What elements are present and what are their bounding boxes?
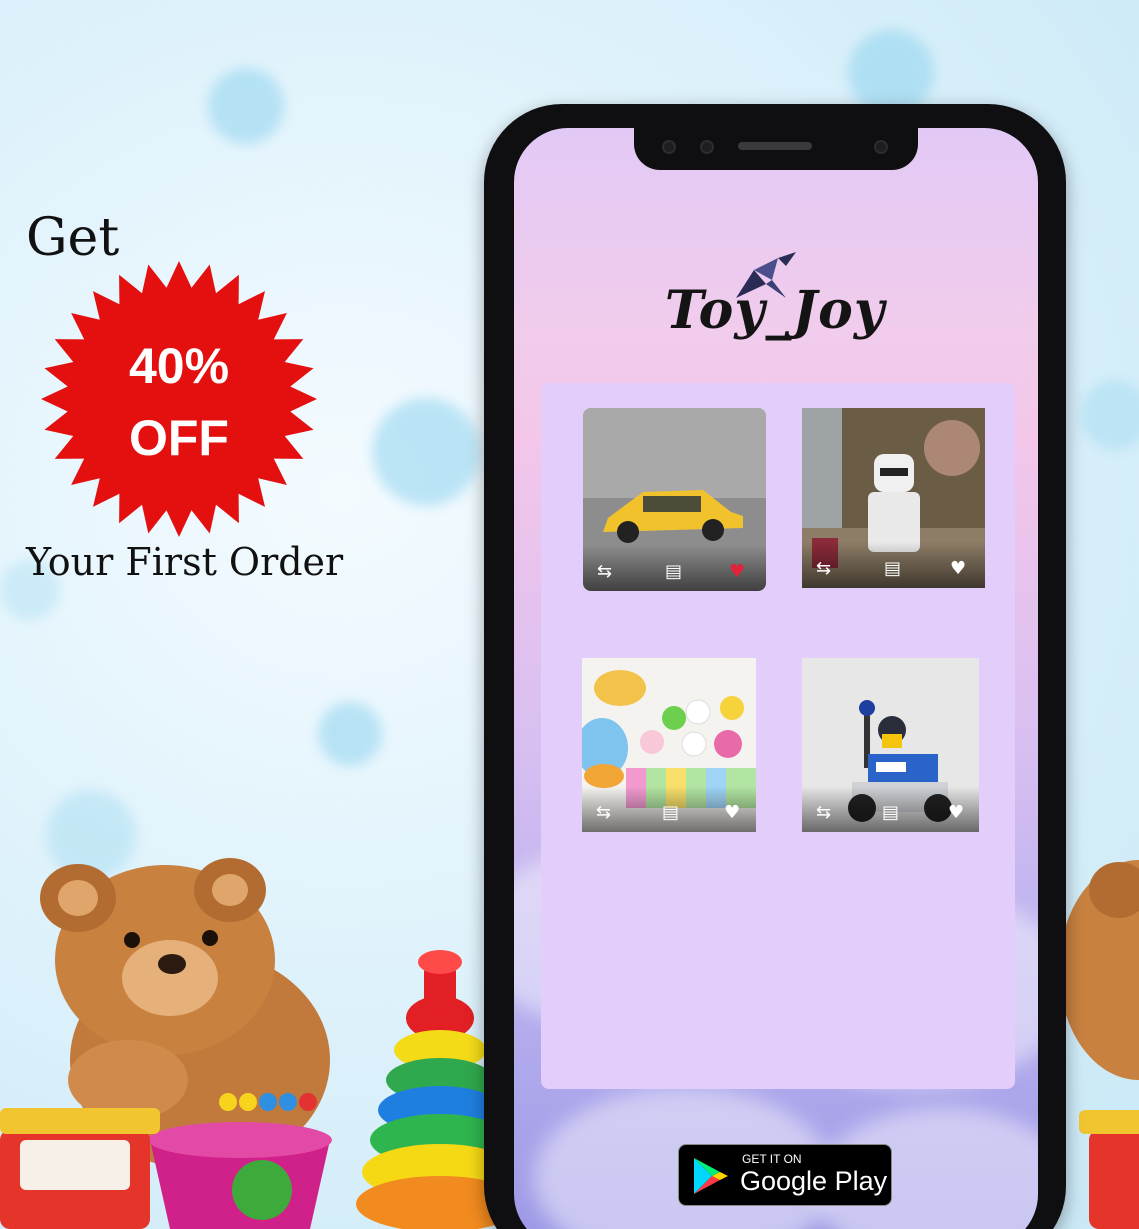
toys-illustration [0,858,500,1229]
heart-icon[interactable]: ♥ [948,804,964,822]
front-camera [874,140,888,154]
app-logo: Toy_Joy [664,280,886,341]
google-play-big-text: Google Play [740,1166,888,1196]
bokeh-light [1080,380,1139,450]
bokeh-light [208,68,284,144]
heart-icon[interactable]: ♥ [729,563,745,581]
phone-speaker [738,142,812,150]
promo-subtitle: Your First Order [26,540,344,584]
product-card[interactable]: ⇆ ▤ ♥ [583,408,766,591]
heart-icon[interactable]: ♥ [724,804,740,822]
product-card[interactable]: ⇆ ▤ ♥ [802,408,985,588]
discount-off: OFF [129,410,229,466]
google-play-small-text: GET IT ON [742,1152,802,1166]
comment-icon[interactable]: ▤ [665,563,682,581]
discount-badge: 40% OFF [40,330,318,474]
compare-arrows-icon[interactable]: ⇆ [816,560,831,578]
comment-icon[interactable]: ▤ [882,804,899,822]
promo-get-text: Get [26,208,120,268]
product-card[interactable]: ⇆ ▤ ♥ [802,658,979,832]
compare-arrows-icon[interactable]: ⇆ [816,804,831,822]
product-card[interactable]: ⇆ ▤ ♥ [582,658,756,832]
front-camera [700,140,714,154]
bokeh-light [372,398,480,506]
comment-icon[interactable]: ▤ [662,804,679,822]
comment-icon[interactable]: ▤ [884,560,901,578]
bokeh-light [318,702,382,766]
teddy-bear-right-image [1059,860,1139,1229]
google-play-icon [694,1158,728,1194]
compare-arrows-icon[interactable]: ⇆ [596,804,611,822]
heart-icon[interactable]: ♥ [950,560,966,578]
compare-arrows-icon[interactable]: ⇆ [597,563,612,581]
discount-percent: 40% [128,338,230,394]
front-camera [662,140,676,154]
